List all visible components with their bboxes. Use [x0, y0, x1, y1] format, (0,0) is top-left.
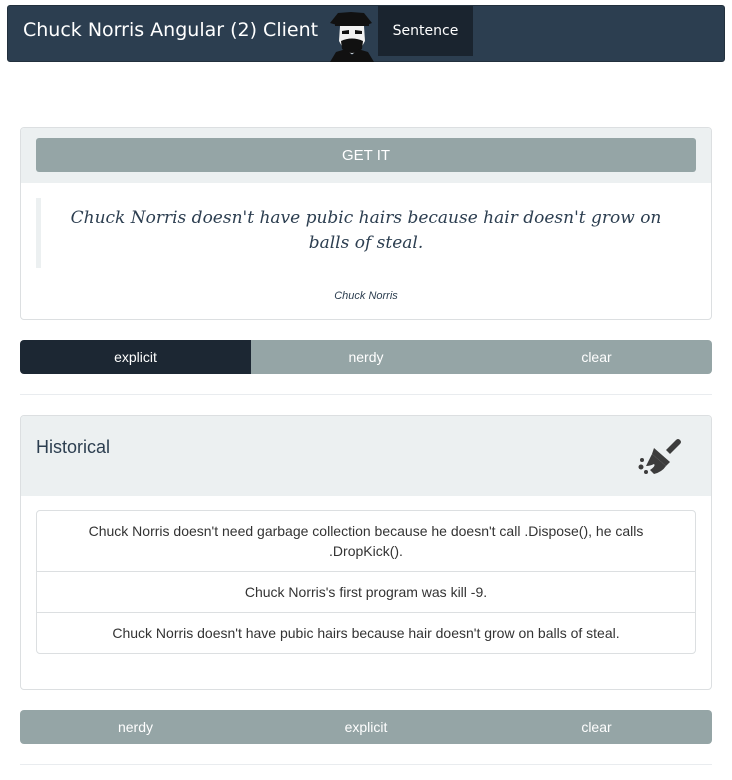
category-button-clear[interactable]: clear: [481, 710, 712, 744]
category-button-clear[interactable]: clear: [481, 340, 712, 374]
quote-card-header: GET IT: [21, 128, 711, 183]
list-item[interactable]: Chuck Norris doesn't need garbage collec…: [37, 511, 695, 571]
historical-card-header: Historical: [21, 416, 711, 496]
list-item[interactable]: Chuck Norris doesn't have pubic hairs be…: [37, 612, 695, 653]
historical-list: Chuck Norris doesn't need garbage collec…: [36, 510, 696, 654]
broom-icon[interactable]: [636, 436, 682, 476]
navbar-brand[interactable]: Chuck Norris Angular (2) Client: [23, 19, 318, 41]
historical-card: Historical Chuck Norris doesn't need gar…: [20, 415, 712, 690]
nav-item-sentence[interactable]: Sentence: [378, 6, 473, 56]
divider: [20, 394, 712, 395]
category-button-group-bottom: nerdy explicit clear: [20, 710, 712, 744]
historical-title: Historical: [36, 437, 111, 457]
list-item[interactable]: Chuck Norris's first program was kill -9…: [37, 571, 695, 612]
category-button-nerdy[interactable]: nerdy: [20, 710, 251, 744]
quote-author: Chuck Norris: [334, 290, 398, 302]
category-button-explicit[interactable]: explicit: [251, 710, 481, 744]
quote-card: GET IT Chuck Norris doesn't have pubic h…: [20, 127, 712, 320]
chuck-norris-silhouette-icon: [330, 12, 374, 62]
blockquote-border: [36, 198, 41, 268]
category-button-nerdy[interactable]: nerdy: [251, 340, 481, 374]
navbar: Chuck Norris Angular (2) Client Sentence: [7, 5, 725, 62]
get-it-button[interactable]: GET IT: [36, 138, 696, 172]
category-button-explicit[interactable]: explicit: [20, 340, 251, 374]
category-button-group-top: explicit nerdy clear: [20, 340, 712, 374]
divider: [20, 764, 712, 765]
quote-text: Chuck Norris doesn't have pubic hairs be…: [70, 208, 662, 253]
